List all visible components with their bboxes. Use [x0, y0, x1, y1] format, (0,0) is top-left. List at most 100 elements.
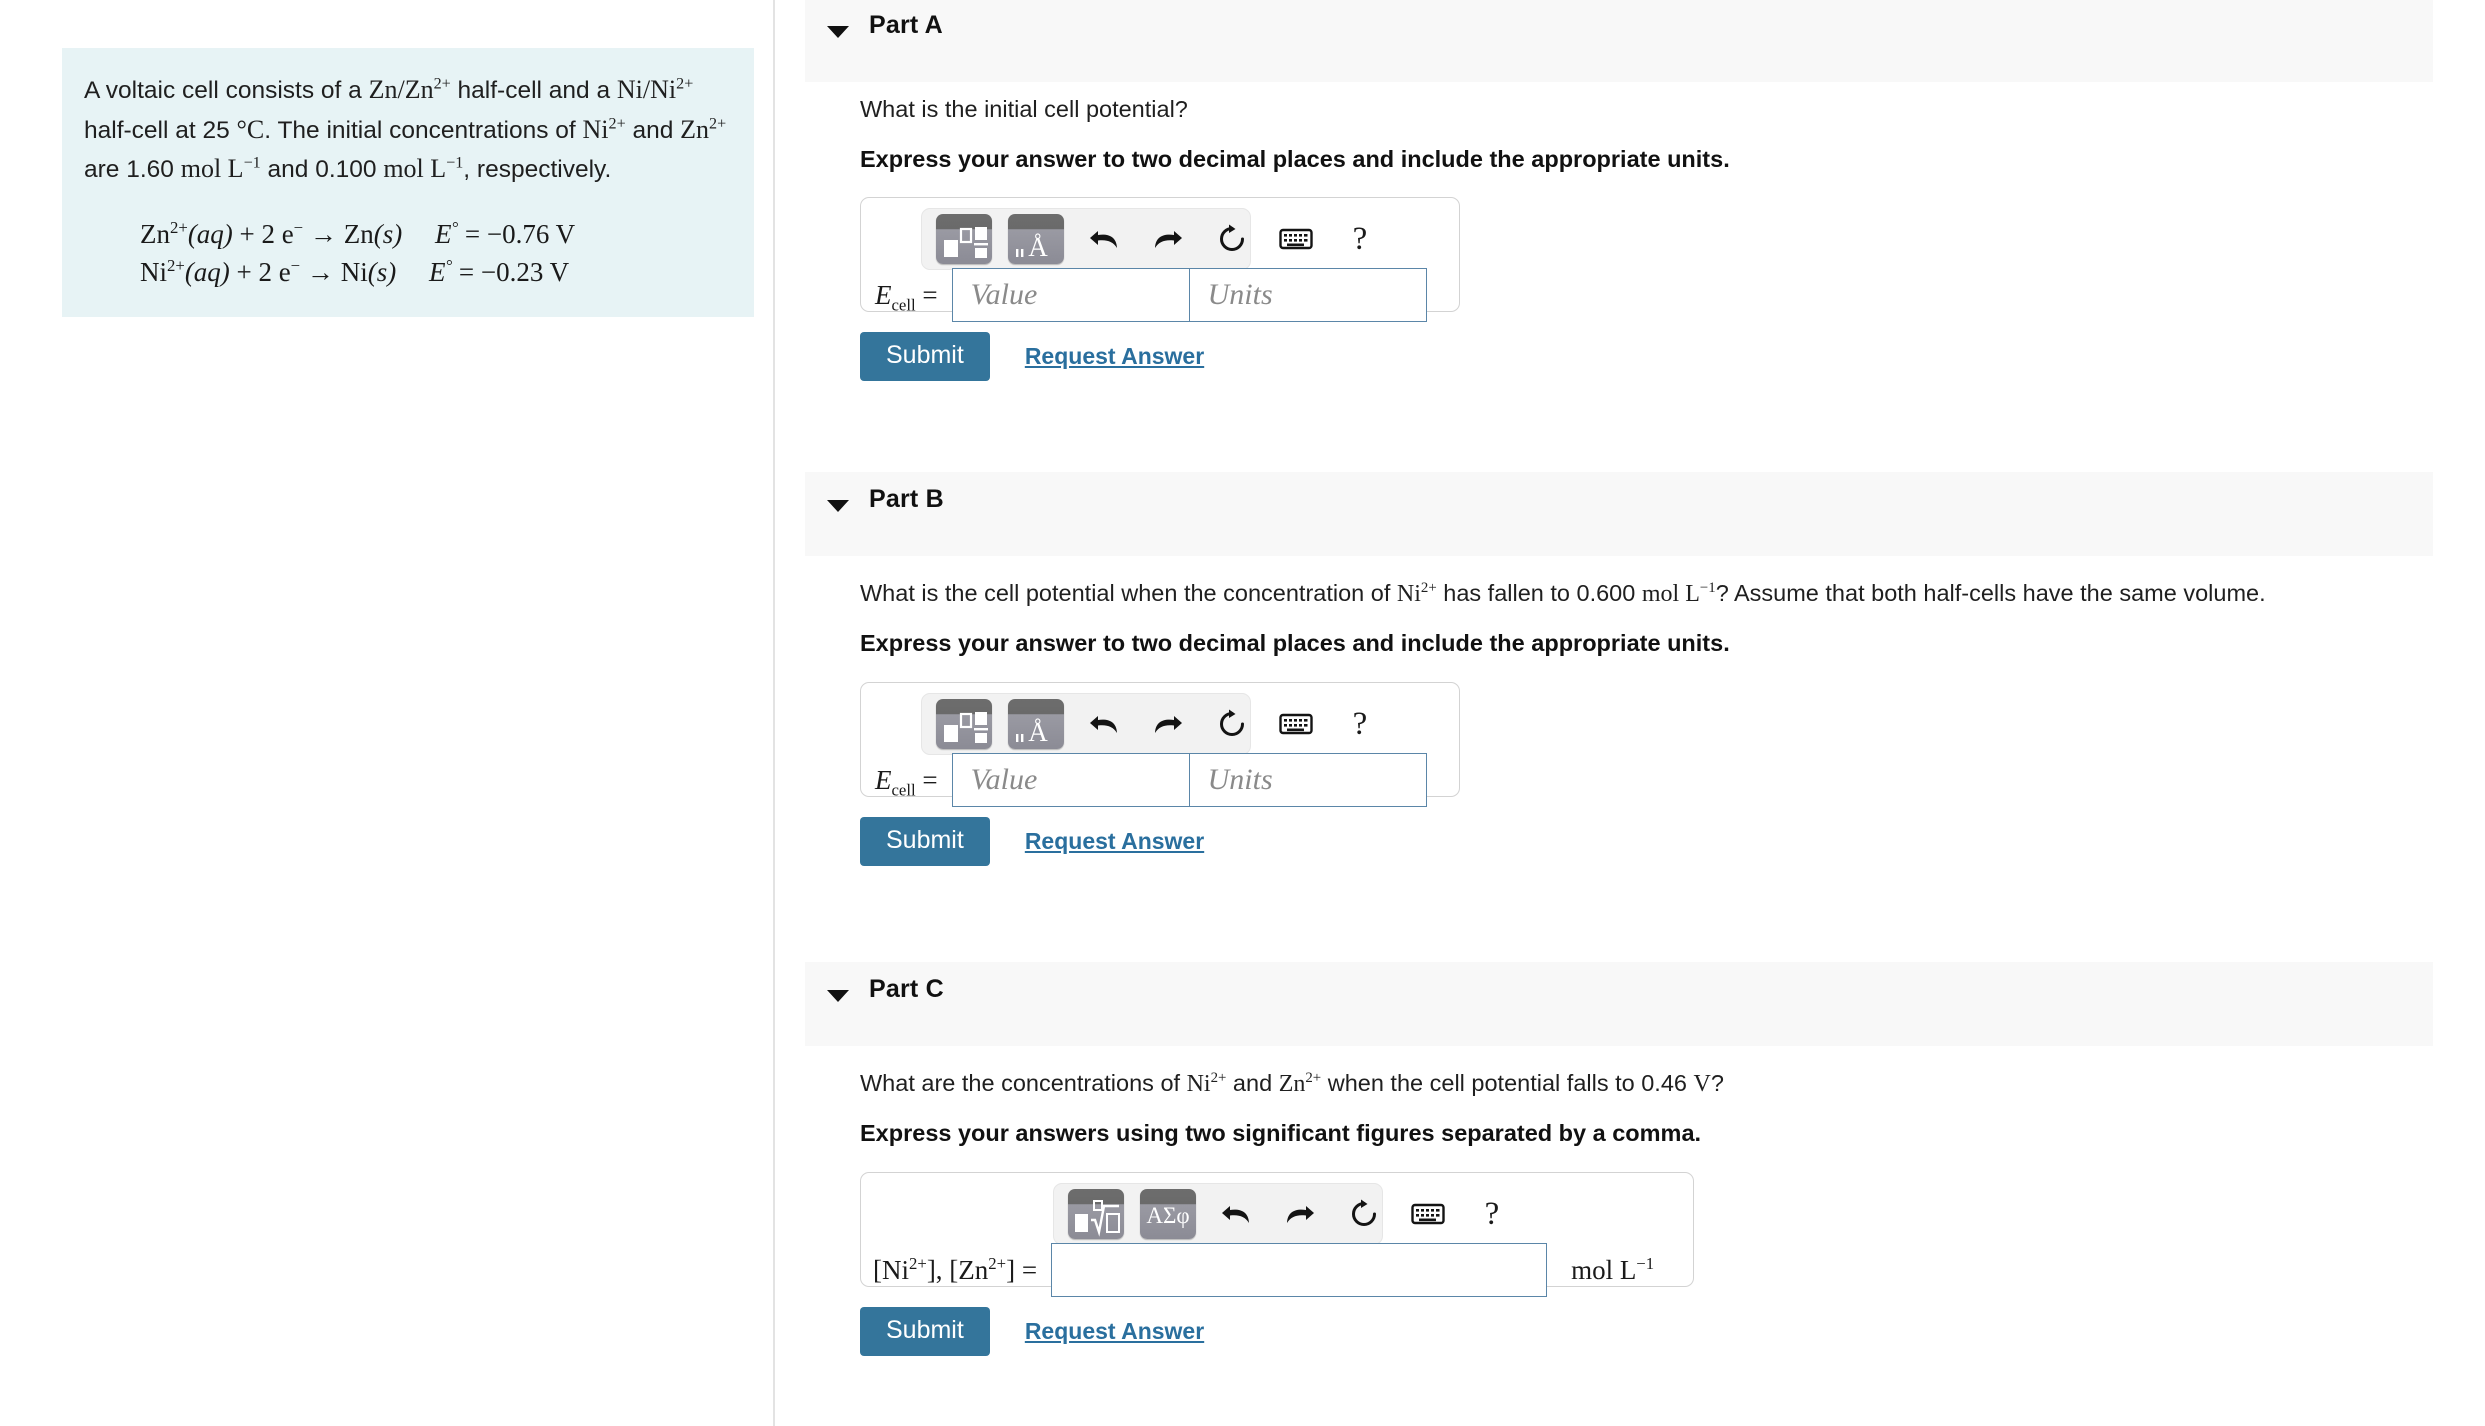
- temperature-value: °C: [236, 114, 265, 144]
- zn-reactant-state: (aq): [187, 218, 233, 249]
- zn-standard-potential: E° = −0.76 V: [434, 217, 576, 249]
- submit-button-b[interactable]: Submit: [860, 817, 990, 867]
- math-template-button-a[interactable]: [936, 214, 992, 265]
- zn-ion-formula: Zn2+: [680, 114, 727, 144]
- ni-standard-potential: E° = −0.23 V: [428, 255, 570, 287]
- problem-text-seg4: . The initial concentrations of: [264, 116, 583, 144]
- problem-text-seg6: are 1.60: [84, 156, 181, 184]
- question-b-ni-ion: Ni2+: [1396, 580, 1437, 607]
- help-button-a[interactable]: ?: [1336, 215, 1384, 263]
- math-template-button-b[interactable]: [936, 699, 992, 750]
- request-answer-link-a[interactable]: Request Answer: [1025, 343, 1204, 370]
- reset-icon-b[interactable]: [1208, 700, 1256, 748]
- collapse-caret-icon-b[interactable]: [827, 500, 849, 512]
- part-body-a: What is the initial cell potential? Expr…: [805, 94, 2445, 382]
- answer-panel-b: Å ? Ecell = Value Units: [860, 682, 1460, 808]
- problem-text-seg3: half-cell at 25: [84, 116, 237, 144]
- part-header-a[interactable]: Part A: [805, 0, 2433, 82]
- reset-icon-c[interactable]: [1340, 1190, 1388, 1238]
- math-root-template-button-c[interactable]: [1068, 1189, 1124, 1240]
- ni-half-cell-formula: Ni/Ni2+: [616, 75, 694, 104]
- unit-label-c: mol L−1: [1571, 1253, 1655, 1285]
- zn-half-cell-formula: Zn/Zn2+: [368, 75, 451, 104]
- question-b-unit: mol L−1: [1641, 580, 1716, 607]
- problem-text-seg5: and: [625, 116, 681, 144]
- question-b-seg3: ? Assume that both half-cells have the s…: [1715, 580, 2266, 606]
- keyboard-icon-a[interactable]: [1272, 215, 1320, 263]
- answer-label-a: Ecell =: [875, 279, 938, 315]
- part-body-c: What are the concentrations of Ni2+ and …: [805, 1068, 2445, 1357]
- angstrom-units-button-b[interactable]: Å: [1008, 699, 1064, 750]
- part-title-b: Part B: [869, 485, 944, 513]
- keyboard-icon-b[interactable]: [1272, 700, 1320, 748]
- question-text-c: What are the concentrations of Ni2+ and …: [860, 1068, 2445, 1100]
- ni-electrons: + 2 e−: [236, 255, 301, 287]
- ni-product-state: (s): [367, 256, 397, 287]
- question-instruction-a: Express your answer to two decimal place…: [860, 145, 1730, 172]
- question-b-seg2: has fallen to 0.600: [1436, 580, 1642, 606]
- svg-text:Å: Å: [1028, 717, 1048, 747]
- svg-text:Å: Å: [1028, 232, 1048, 262]
- action-row-b: Submit Request Answer: [860, 817, 2445, 867]
- undo-icon-a[interactable]: [1080, 215, 1128, 263]
- question-c-seg3: when the cell potential falls to 0.46: [1321, 1070, 1694, 1096]
- part-header-b[interactable]: Part B: [805, 472, 2433, 556]
- half-reaction-equations: Zn2+(aq) + 2 e− → Zn(s) E° = −0.76 V Ni2…: [84, 215, 728, 292]
- question-c-seg2: and: [1226, 1070, 1279, 1096]
- question-c-zn-ion: Zn2+: [1278, 1070, 1322, 1097]
- request-answer-link-b[interactable]: Request Answer: [1025, 828, 1204, 855]
- submit-button-c[interactable]: Submit: [860, 1307, 990, 1357]
- redo-icon-b[interactable]: [1144, 700, 1192, 748]
- question-text-b: What is the cell potential when the conc…: [860, 578, 2445, 610]
- molarity-unit-2: mol L−1: [383, 154, 464, 184]
- units-input-b[interactable]: Units: [1188, 753, 1427, 808]
- answer-panel-c: ΑΣφ ? [Ni2+], [Zn2+] = mol L−1: [860, 1172, 1694, 1298]
- redo-icon-a[interactable]: [1144, 215, 1192, 263]
- part-body-b: What is the cell potential when the conc…: [805, 578, 2445, 867]
- help-button-b[interactable]: ?: [1336, 700, 1384, 748]
- answer-toolbar-a: Å ?: [921, 208, 1367, 271]
- part-header-c[interactable]: Part C: [805, 962, 2433, 1046]
- part-title-a: Part A: [869, 11, 943, 39]
- ni-reactant: Ni2+: [140, 255, 185, 287]
- ni-product: Ni: [340, 256, 368, 287]
- problem-statement-pane: A voltaic cell consists of a Zn/Zn2+ hal…: [0, 0, 775, 1426]
- reset-icon-a[interactable]: [1208, 215, 1256, 263]
- half-reaction-row-ni: Ni2+(aq) + 2 e− → Ni(s) E° = −0.23 V: [140, 253, 728, 291]
- problem-text-seg8: , respectively.: [463, 156, 612, 184]
- answer-label-b: Ecell =: [875, 764, 938, 799]
- ni-reactant-state: (aq): [184, 256, 230, 287]
- question-instruction-b: Express your answer to two decimal place…: [860, 630, 1730, 657]
- greek-symbols-button-c[interactable]: ΑΣφ: [1140, 1189, 1196, 1240]
- concentration-input-c[interactable]: [1051, 1243, 1548, 1298]
- value-input-a[interactable]: Value: [951, 268, 1190, 323]
- undo-icon-b[interactable]: [1080, 700, 1128, 748]
- part-title-c: Part C: [869, 975, 944, 1003]
- ni-arrow: →: [306, 256, 334, 287]
- value-input-b[interactable]: Value: [951, 753, 1190, 808]
- redo-icon-c[interactable]: [1276, 1190, 1324, 1238]
- keyboard-icon-c[interactable]: [1404, 1190, 1452, 1238]
- question-c-ni-ion: Ni2+: [1186, 1070, 1227, 1097]
- units-input-a[interactable]: Units: [1188, 268, 1427, 323]
- question-b-seg1: What is the cell potential when the conc…: [860, 580, 1397, 606]
- collapse-caret-icon-a[interactable]: [827, 26, 849, 38]
- svg-text:ΑΣφ: ΑΣφ: [1146, 1203, 1189, 1228]
- undo-icon-c[interactable]: [1212, 1190, 1260, 1238]
- zn-arrow: →: [309, 218, 337, 249]
- question-c-seg4: ?: [1710, 1070, 1724, 1096]
- help-button-c[interactable]: ?: [1468, 1190, 1516, 1238]
- collapse-caret-icon-c[interactable]: [827, 990, 849, 1002]
- question-text-a: What is the initial cell potential?: [860, 96, 1188, 122]
- zn-product-state: (s): [373, 218, 403, 249]
- action-row-c: Submit Request Answer: [860, 1307, 2445, 1357]
- answer-toolbar-b: Å ?: [921, 693, 1367, 756]
- problem-text: A voltaic cell consists of a Zn/Zn2+ hal…: [84, 70, 728, 189]
- zn-product: Zn: [343, 218, 374, 249]
- question-instruction-c: Express your answers using two significa…: [860, 1120, 1702, 1147]
- ni-ion-formula: Ni2+: [582, 114, 626, 144]
- question-c-volt-unit: V: [1693, 1071, 1711, 1097]
- request-answer-link-c[interactable]: Request Answer: [1025, 1318, 1204, 1345]
- angstrom-units-button-a[interactable]: Å: [1008, 214, 1064, 265]
- submit-button-a[interactable]: Submit: [860, 332, 990, 382]
